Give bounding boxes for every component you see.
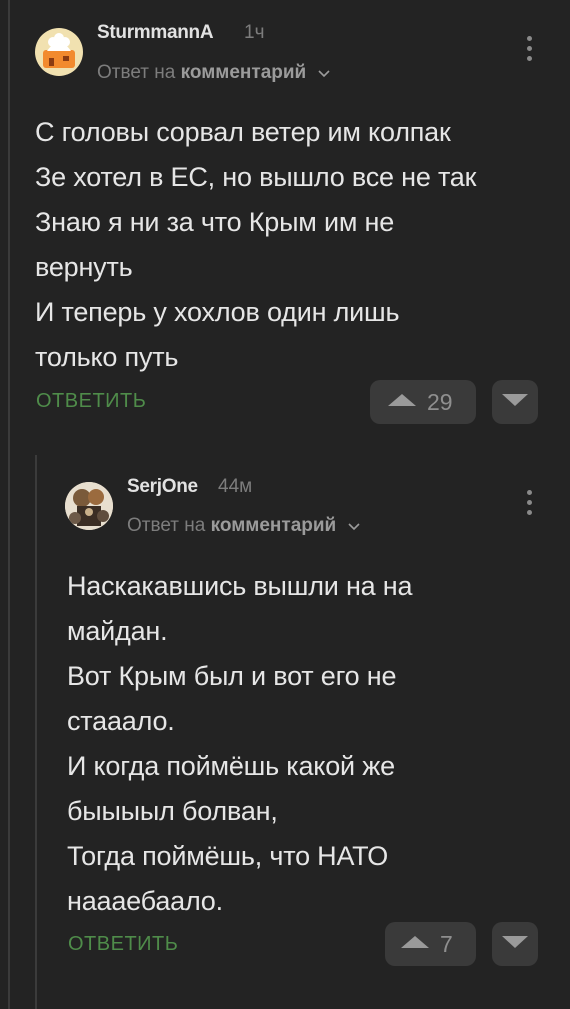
- comment-time: 44м: [218, 476, 253, 497]
- chevron-down-icon[interactable]: [317, 62, 330, 84]
- arrow-up-icon: [387, 393, 417, 412]
- username[interactable]: SturmmannA: [97, 22, 214, 44]
- downvote-button[interactable]: [492, 922, 538, 966]
- reply-target[interactable]: комментарий: [181, 62, 307, 83]
- chevron-down-icon[interactable]: [347, 515, 360, 537]
- reply-prefix: Ответ на: [97, 62, 176, 83]
- reply-target[interactable]: комментарий: [211, 515, 337, 536]
- arrow-down-icon: [501, 393, 529, 412]
- comment-text: С головы сорвал ветер им колпак Зе хотел…: [35, 117, 477, 372]
- comment-time: 1ч: [244, 22, 265, 43]
- arrow-up-icon: [400, 935, 430, 954]
- vote-count: 29: [427, 388, 453, 415]
- username[interactable]: SerjOne: [127, 476, 198, 498]
- more-vertical-icon[interactable]: [526, 490, 534, 520]
- upvote-button[interactable]: 7: [385, 922, 476, 966]
- more-vertical-icon[interactable]: [526, 36, 534, 66]
- comment: SerjOne 44м Ответ на комментарий Наскака…: [0, 460, 570, 990]
- avatar[interactable]: [65, 482, 113, 530]
- comment-text: Наскакавшись вышли на на майдан. Вот Кры…: [67, 571, 413, 916]
- comment: SturmmannA 1ч Ответ на комментарий С гол…: [0, 0, 570, 440]
- arrow-down-icon: [501, 935, 529, 954]
- reply-to-link[interactable]: Ответ на комментарий: [127, 515, 360, 537]
- reply-button[interactable]: ОТВЕТИТЬ: [68, 933, 178, 956]
- vote-count: 7: [440, 930, 453, 957]
- upvote-button[interactable]: 29: [370, 380, 476, 424]
- reply-to-link[interactable]: Ответ на комментарий: [97, 62, 330, 84]
- downvote-button[interactable]: [492, 380, 538, 424]
- reply-prefix: Ответ на: [127, 515, 206, 536]
- avatar[interactable]: [35, 28, 83, 76]
- reply-button[interactable]: ОТВЕТИТЬ: [36, 390, 146, 413]
